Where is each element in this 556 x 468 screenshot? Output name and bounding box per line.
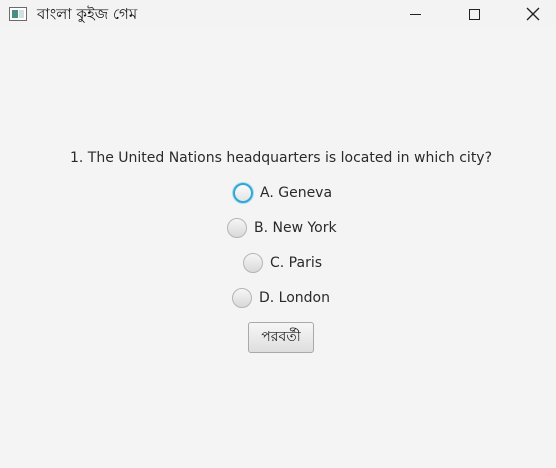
option-c[interactable]: C. Paris xyxy=(243,252,322,274)
app-window-icon xyxy=(9,7,27,21)
radio-option-c[interactable] xyxy=(243,253,263,273)
option-b[interactable]: B. New York xyxy=(227,217,337,239)
maximize-button[interactable] xyxy=(451,0,497,28)
option-d[interactable]: D. London xyxy=(232,287,330,309)
radio-option-b[interactable] xyxy=(227,218,247,238)
window-title: বাংলা কুইজ গেম xyxy=(37,5,138,23)
next-button[interactable]: পরবর্তী xyxy=(248,322,314,353)
option-a[interactable]: A. Geneva xyxy=(233,182,332,204)
quiz-window: বাংলা কুইজ গেম 1. The United Nations hea… xyxy=(0,0,556,468)
option-d-label: D. London xyxy=(259,290,330,306)
option-b-label: B. New York xyxy=(254,220,337,236)
close-icon xyxy=(526,7,540,21)
radio-option-a[interactable] xyxy=(233,183,253,203)
minimize-button[interactable] xyxy=(392,0,438,28)
close-button[interactable] xyxy=(510,0,556,28)
question-text: 1. The United Nations headquarters is lo… xyxy=(69,150,493,166)
title-bar[interactable]: বাংলা কুইজ গেম xyxy=(0,0,556,28)
option-c-label: C. Paris xyxy=(270,255,323,271)
option-a-label: A. Geneva xyxy=(260,185,333,201)
maximize-icon xyxy=(468,8,480,20)
radio-option-d[interactable] xyxy=(232,288,252,308)
minimize-icon xyxy=(409,13,421,15)
